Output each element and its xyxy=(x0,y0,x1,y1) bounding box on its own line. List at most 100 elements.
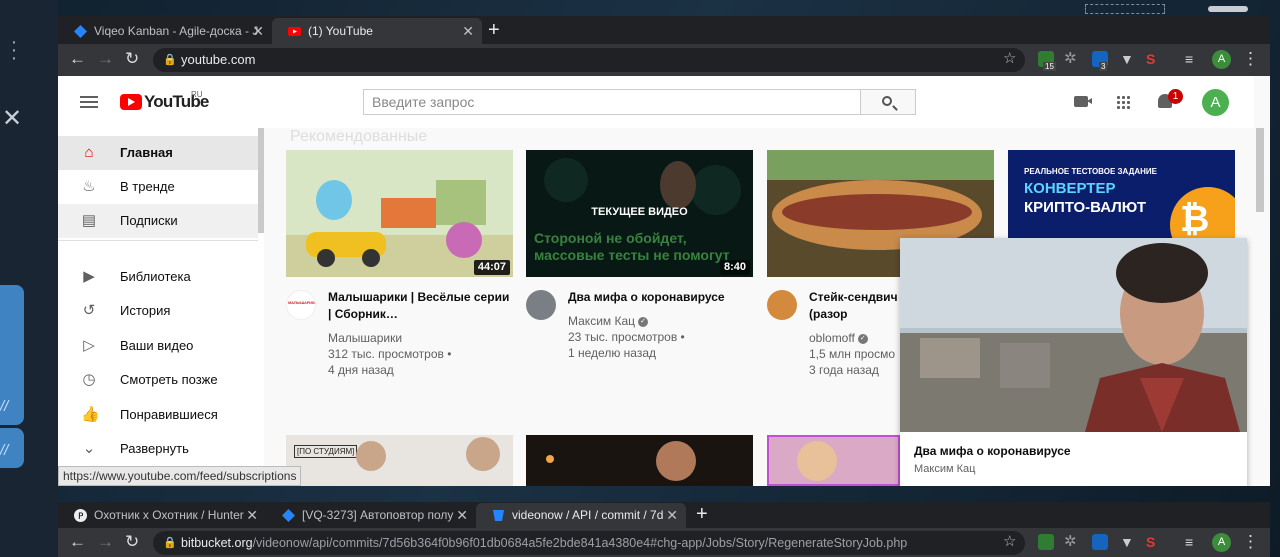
new-tab-button[interactable]: + xyxy=(488,18,500,42)
more-vert-icon[interactable]: ⋮ xyxy=(1242,49,1259,69)
sidebar-item-subscriptions[interactable]: ▤ Подписки xyxy=(58,204,258,238)
library-icon: ▶ xyxy=(83,268,95,285)
reload-icon[interactable]: ↻ xyxy=(125,49,139,69)
video-thumbnail[interactable] xyxy=(767,435,900,486)
status-bar-url: https://www.youtube.com/feed/subscriptio… xyxy=(58,466,302,486)
lock-icon: 🔒 xyxy=(163,537,177,549)
tab-viqeo-kanban[interactable]: Viqeo Kanban - Agile-доска - J ✕ xyxy=(58,18,272,44)
sidebar-item-label: Главная xyxy=(120,145,173,160)
bookmark-star-icon[interactable]: ☆ xyxy=(1003,532,1016,552)
url-host: bitbucket.org xyxy=(181,536,253,550)
tab-hunter[interactable]: P Охотник х Охотник / Hunter ✕ xyxy=(58,503,266,528)
reload-icon[interactable]: ↻ xyxy=(125,532,139,552)
sidebar-item-label: История xyxy=(120,303,171,318)
thumbnail-caption: [ПО СТУДИЯМ] xyxy=(294,445,358,458)
tab-close-icon[interactable]: ✕ xyxy=(666,503,678,528)
video-thumbnail[interactable]: [ПО СТУДИЯМ] xyxy=(286,435,513,486)
channel-name[interactable]: Максим Кац ✓ xyxy=(568,313,753,329)
address-bar[interactable]: 🔒 youtube.com xyxy=(153,48,1025,72)
miniplayer-channel[interactable]: Максим Кац xyxy=(914,463,975,475)
tab-close-icon[interactable]: ✕ xyxy=(462,18,474,44)
tab-vq-3273[interactable]: [VQ-3273] Автоповтор полу ✕ xyxy=(266,503,476,528)
more-vert-icon[interactable]: ⋮ xyxy=(1242,532,1259,552)
tab-close-icon[interactable]: ✕ xyxy=(252,18,264,44)
more-vert-icon[interactable]: · · · xyxy=(9,32,19,68)
channel-avatar[interactable] xyxy=(526,290,556,320)
subscriptions-icon: ▤ xyxy=(81,212,97,229)
video-title[interactable]: Малышарики | Весёлые серии | Сборник… xyxy=(328,289,511,323)
tab-close-icon[interactable]: ✕ xyxy=(456,503,468,528)
miniplayer-video[interactable] xyxy=(900,238,1247,432)
sidebar-scrollbar[interactable] xyxy=(258,128,264,233)
verified-check-icon: ✓ xyxy=(638,316,649,327)
channel-avatar[interactable] xyxy=(767,290,797,320)
tab-youtube[interactable]: (1) YouTube ✕ xyxy=(272,18,482,44)
s-extension-icon[interactable]: S xyxy=(1146,49,1155,69)
video-duration: 8:40 xyxy=(719,260,750,275)
toolbar: ← → ↻ 🔒 bitbucket.org/videonow/api/commi… xyxy=(58,528,1270,557)
vue-devtools-icon[interactable]: ▼ xyxy=(1120,532,1134,552)
s-extension-icon[interactable]: S xyxy=(1146,532,1155,552)
vue-devtools-icon[interactable]: ▼ xyxy=(1120,49,1134,69)
apps-grid-icon[interactable] xyxy=(1116,95,1130,109)
gear-extension-icon[interactable]: ✲ xyxy=(1064,532,1077,552)
thumbnail-caption: КОНВЕРТЕР xyxy=(1024,180,1116,197)
new-tab-button[interactable]: + xyxy=(696,502,708,526)
sidebar-item-expand[interactable]: ⌄ Развернуть xyxy=(58,432,258,466)
guide-sidebar: ⌂ Главная ♨ В тренде ▤ Подписки ▶ Библио… xyxy=(58,128,302,486)
chrome-profile-avatar[interactable]: A xyxy=(1212,533,1231,552)
sidebar-item-library[interactable]: ▶ Библиотека xyxy=(58,260,258,294)
upload-age: 4 дня назад xyxy=(328,363,394,377)
sidebar-item-trending[interactable]: ♨ В тренде xyxy=(58,170,258,204)
media-list-icon[interactable]: ≡ xyxy=(1185,49,1193,69)
sidebar-item-your-videos[interactable]: ▷ Ваши видео xyxy=(58,329,258,363)
search-icon xyxy=(882,96,892,106)
search-input[interactable]: Введите запрос xyxy=(363,89,861,115)
video-title[interactable]: Два мифа о коронавирусе xyxy=(568,289,751,306)
tab-title: (1) YouTube xyxy=(308,24,373,38)
video-duration: 44:07 xyxy=(473,260,510,275)
gear-extension-icon[interactable]: ✲ xyxy=(1064,49,1077,69)
create-video-icon[interactable] xyxy=(1074,96,1092,107)
channel-label: oblomoff xyxy=(809,331,855,345)
address-bar[interactable]: 🔒 bitbucket.org/videonow/api/commits/7d5… xyxy=(153,531,1025,555)
chrome-profile-avatar[interactable]: A xyxy=(1212,50,1231,69)
double-check-icon: // xyxy=(0,398,9,415)
sidebar-item-liked[interactable]: 👍 Понравившиеся xyxy=(58,398,258,432)
url-text: youtube.com xyxy=(181,52,256,67)
bitbucket-icon xyxy=(493,510,504,521)
media-list-icon[interactable]: ≡ xyxy=(1185,532,1193,552)
sidebar-item-home[interactable]: ⌂ Главная xyxy=(58,136,258,170)
back-icon[interactable]: ← xyxy=(69,532,86,552)
forward-icon[interactable]: → xyxy=(97,532,114,552)
bookmark-star-icon[interactable]: ☆ xyxy=(1003,49,1016,69)
tab-bitbucket-commit[interactable]: videonow / API / commit / 7d ✕ xyxy=(476,503,686,528)
sidebar-item-label: Развернуть xyxy=(120,441,189,456)
user-avatar[interactable]: A xyxy=(1202,89,1229,116)
p-circle-icon: P xyxy=(74,509,87,522)
sidebar-item-label: Ваши видео xyxy=(120,338,194,353)
extension-shield-icon[interactable] xyxy=(1038,534,1054,550)
search-button[interactable] xyxy=(860,89,916,115)
page-scrollbar[interactable] xyxy=(1256,128,1264,212)
extension-b-icon[interactable] xyxy=(1092,534,1108,550)
channel-avatar[interactable]: МАЛЫШАРИКИ xyxy=(286,290,316,320)
url-path: /videonow/api/commits/7d56b364f0b96f01db… xyxy=(252,536,908,550)
back-icon[interactable]: ← xyxy=(69,49,86,69)
video-thumbnail[interactable] xyxy=(286,150,513,277)
tab-close-icon[interactable]: ✕ xyxy=(246,503,258,528)
sidebar-item-watch-later[interactable]: ◷ Смотреть позже xyxy=(58,363,258,397)
menu-icon[interactable] xyxy=(80,96,98,108)
miniplayer-title[interactable]: Два мифа о коронавирусе xyxy=(914,444,1071,458)
miniplayer[interactable]: Два мифа о коронавирусе Максим Кац xyxy=(900,238,1247,486)
thumbnail-face xyxy=(466,437,500,471)
video-thumbnail[interactable] xyxy=(526,435,753,486)
thumbnail-light xyxy=(546,455,554,463)
close-icon[interactable]: ✕ xyxy=(2,104,22,133)
forward-icon[interactable]: → xyxy=(97,49,114,69)
notification-badge: 1 xyxy=(1168,89,1183,104)
channel-name[interactable]: Малышарики xyxy=(328,330,513,346)
sidebar-item-history[interactable]: ↺ История xyxy=(58,294,258,328)
jira-diamond-icon xyxy=(74,25,87,38)
thumbnail-face xyxy=(656,441,696,481)
